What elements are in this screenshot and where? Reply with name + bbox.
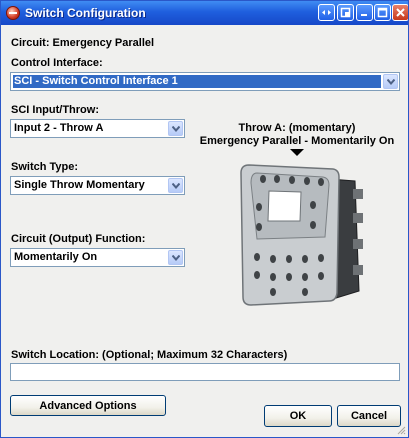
maximize-icon[interactable]: [374, 4, 391, 21]
sci-input-select[interactable]: Input 2 - Throw A: [10, 119, 185, 138]
app-icon: [6, 6, 20, 20]
switch-preview-line1: Throw A: (momentary): [238, 122, 356, 134]
expand-arrows-icon[interactable]: [318, 4, 335, 21]
switch-location-label: Switch Location: (Optional; Maximum 32 C…: [11, 349, 288, 361]
control-interface-select[interactable]: SCI - Switch Control Interface 1: [10, 72, 400, 91]
circuit-function-select[interactable]: Momentarily On: [10, 248, 185, 267]
circuit-function-label: Circuit (Output) Function:: [11, 233, 146, 245]
circuit-function-value: Momentarily On: [14, 251, 98, 263]
minimize-icon[interactable]: [356, 4, 373, 21]
chevron-down-icon[interactable]: [383, 74, 398, 89]
title-bar[interactable]: Switch Configuration: [1, 1, 408, 25]
close-icon[interactable]: [392, 4, 408, 21]
sci-input-value: Input 2 - Throw A: [14, 122, 104, 134]
pointer-arrow-icon: [290, 149, 304, 156]
advanced-options-button[interactable]: Advanced Options: [10, 395, 166, 416]
control-interface-label: Control Interface:: [11, 57, 103, 69]
cancel-label: Cancel: [350, 410, 388, 422]
chevron-down-icon[interactable]: [168, 250, 183, 265]
chevron-down-icon[interactable]: [168, 121, 183, 136]
control-interface-value: SCI - Switch Control Interface 1: [14, 75, 178, 87]
circuit-label: Circuit: Emergency Parallel: [11, 37, 155, 49]
cancel-button[interactable]: Cancel: [337, 405, 401, 427]
ok-button[interactable]: OK: [264, 405, 332, 427]
chevron-down-icon[interactable]: [168, 178, 183, 193]
switch-preview-line2: Emergency Parallel - Momentarily On: [199, 135, 395, 147]
switch-location-input[interactable]: [10, 363, 400, 381]
advanced-options-label: Advanced Options: [39, 399, 137, 412]
switch-configuration-window: Switch Configuration Circuit: Emergency …: [0, 0, 409, 438]
switch-type-label: Switch Type:: [11, 161, 79, 173]
window-title: Switch Configuration: [25, 6, 146, 20]
switch-type-select[interactable]: Single Throw Momentary: [10, 176, 185, 195]
restore-icon[interactable]: [337, 4, 354, 21]
ok-label: OK: [289, 410, 307, 422]
rocker-switch-image: [240, 164, 363, 306]
switch-type-value: Single Throw Momentary: [14, 179, 145, 191]
resize-grip-icon[interactable]: [396, 425, 406, 435]
sci-input-label: SCI Input/Throw:: [11, 104, 99, 116]
